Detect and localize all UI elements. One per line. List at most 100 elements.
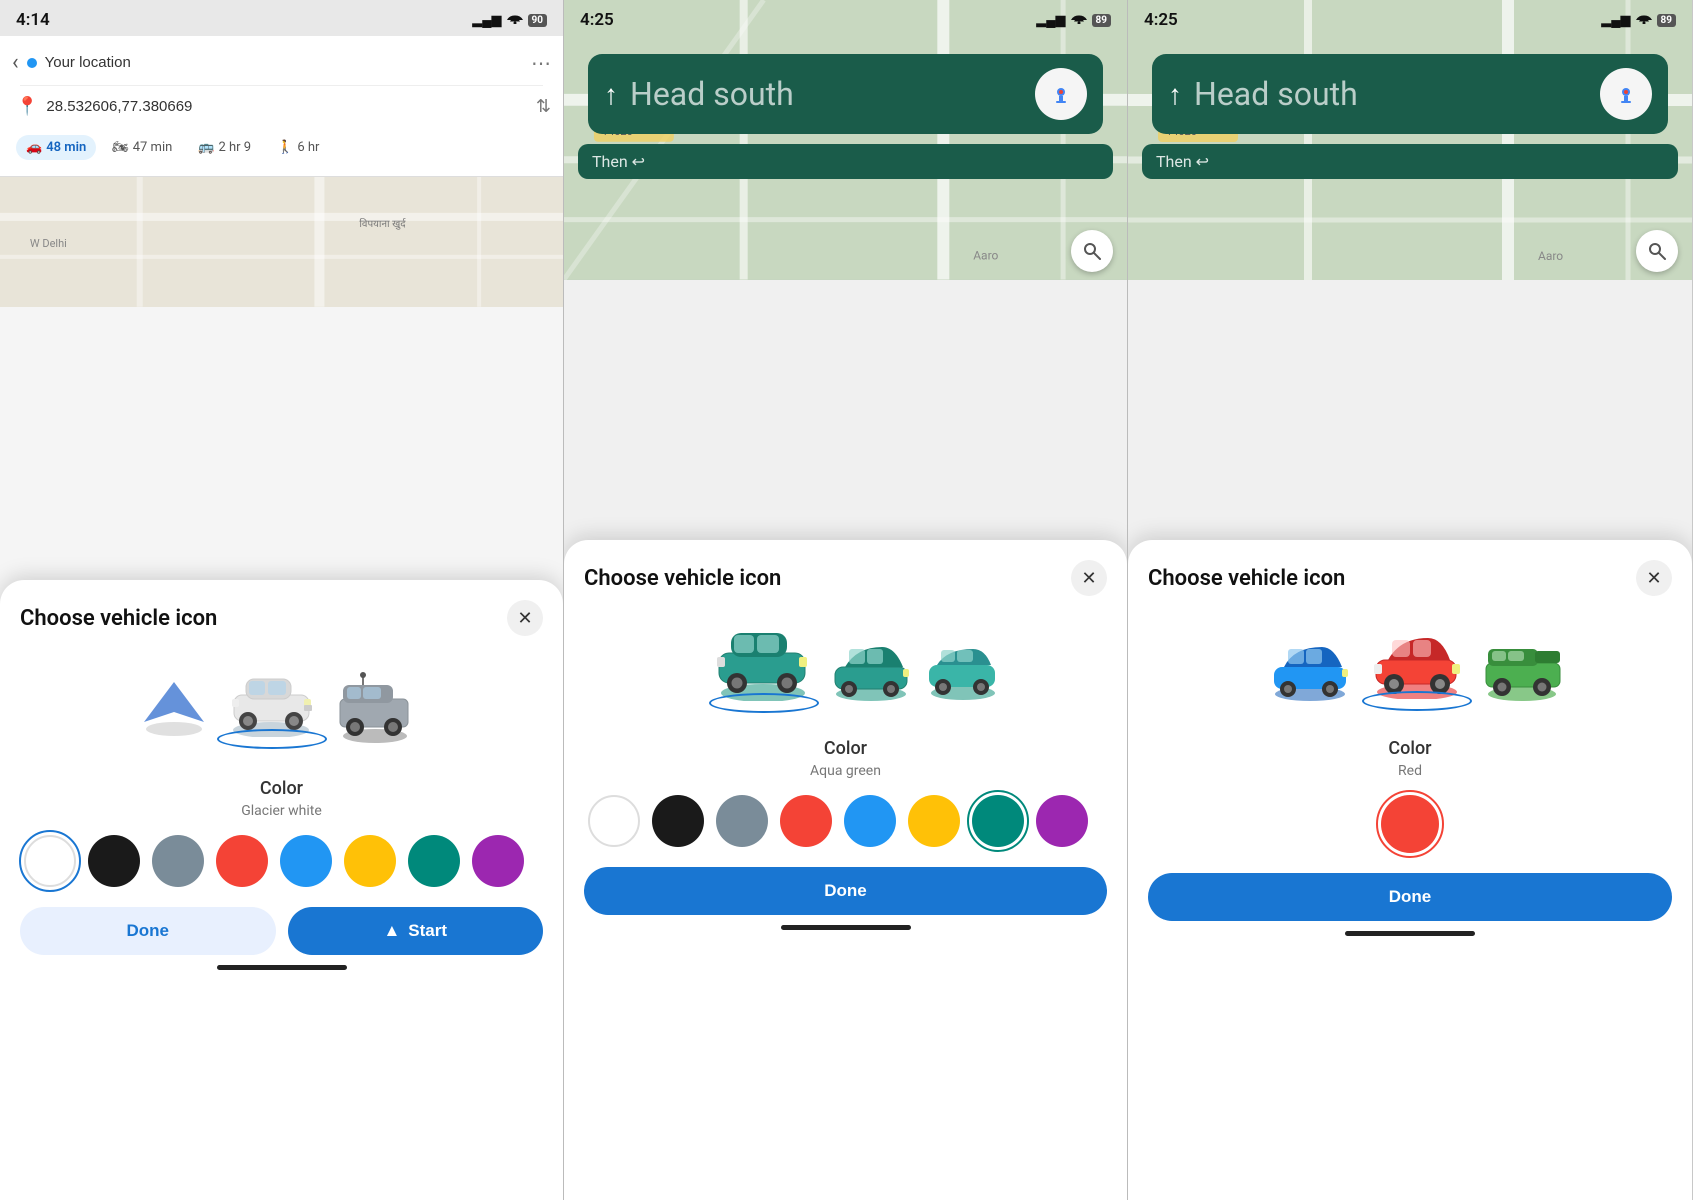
vehicle-blue-car[interactable] xyxy=(1266,633,1354,701)
vehicle-red-car[interactable] xyxy=(1362,624,1472,711)
status-bar-3: 4:25 ▂▄▆ 89 xyxy=(1128,0,1692,36)
status-icons-1: ▂▄▆ 90 xyxy=(472,12,547,28)
color-black-2[interactable] xyxy=(652,795,704,847)
modal-title-1: Choose vehicle icon xyxy=(20,606,217,631)
vehicle-teal-small[interactable] xyxy=(923,635,1003,700)
color-black-1[interactable] xyxy=(88,835,140,887)
nav-to-row: 📍 ⇅ xyxy=(12,90,551,123)
vehicle-teal-sports[interactable] xyxy=(827,633,915,701)
color-blue-1[interactable] xyxy=(280,835,332,887)
color-gray-1[interactable] xyxy=(152,835,204,887)
status-bar-2: 4:25 ▂▄▆ 89 xyxy=(564,0,1127,36)
signal-icon-1: ▂▄▆ xyxy=(472,12,501,28)
done-button-3[interactable]: Done xyxy=(1148,873,1672,921)
modal-header-2: Choose vehicle icon ✕ xyxy=(584,560,1107,596)
vehicle-carousel-1 xyxy=(20,652,543,762)
head-south-bar-2: ↑ Head south xyxy=(588,54,1103,134)
then-text-2: Then ↩ xyxy=(592,152,645,171)
search-button-2[interactable] xyxy=(1071,230,1113,272)
done-button-2[interactable]: Done xyxy=(584,867,1107,915)
status-icons-3: ▂▄▆ 89 xyxy=(1601,12,1676,28)
vehicle-gray-truck[interactable] xyxy=(335,671,415,743)
mic-button-2[interactable] xyxy=(1035,68,1087,120)
close-button-1[interactable]: ✕ xyxy=(507,600,543,636)
direction-text-2: Head south xyxy=(630,75,794,113)
more-button[interactable]: ⋯ xyxy=(531,51,551,75)
color-yellow-1[interactable] xyxy=(344,835,396,887)
swap-icon[interactable]: ⇅ xyxy=(536,96,551,117)
color-grid-1 xyxy=(20,835,543,887)
color-grid-2 xyxy=(584,795,1107,847)
color-yellow-2[interactable] xyxy=(908,795,960,847)
color-teal-1[interactable] xyxy=(408,835,460,887)
svg-text:Aaro: Aaro xyxy=(973,249,998,263)
home-indicator-3 xyxy=(1345,931,1475,936)
modal-header-3: Choose vehicle icon ✕ xyxy=(1148,560,1672,596)
close-button-3[interactable]: ✕ xyxy=(1636,560,1672,596)
transport-bus[interactable]: 🚌 2 hr 9 xyxy=(188,135,261,160)
status-time-3: 4:25 xyxy=(1144,10,1178,30)
transport-car[interactable]: 🚗 48 min xyxy=(16,135,96,160)
wifi-icon-1 xyxy=(507,12,523,28)
vehicle-white-suv[interactable] xyxy=(217,665,327,749)
start-arrow-icon: ▲ xyxy=(383,921,400,941)
start-button-1[interactable]: ▲ Start xyxy=(288,907,544,955)
color-red-2[interactable] xyxy=(780,795,832,847)
done-button-1[interactable]: Done xyxy=(20,907,276,955)
head-south-left-3: ↑ Head south xyxy=(1168,75,1358,113)
color-blue-2[interactable] xyxy=(844,795,896,847)
modal-header-1: Choose vehicle icon ✕ xyxy=(20,600,543,636)
direction-arrow-icon-3: ↑ xyxy=(1168,78,1182,111)
transport-walk[interactable]: 🚶 6 hr xyxy=(267,135,329,160)
search-button-3[interactable] xyxy=(1636,230,1678,272)
direction-text-3: Head south xyxy=(1194,75,1358,113)
phone-panel-3: 4:25 ▂▄▆ 89 14020 Aaro ↑ Head xyxy=(1128,0,1692,1200)
status-time-2: 4:25 xyxy=(580,10,614,30)
to-input[interactable] xyxy=(46,98,527,115)
vehicle-carousel-3 xyxy=(1148,612,1672,722)
svg-text:विपयाना खुर्द: विपयाना खुर्द xyxy=(359,218,406,230)
color-red-1[interactable] xyxy=(216,835,268,887)
nav-bar-1: ‹ ⋯ 📍 ⇅ 🚗 48 min 🏍 47 min 🚌 2 hr 9 xyxy=(0,36,563,177)
color-sublabel-2: Aqua green xyxy=(584,763,1107,779)
nav-from-row: ‹ ⋯ xyxy=(12,44,551,81)
modal-title-2: Choose vehicle icon xyxy=(584,566,781,591)
color-label-3: Color xyxy=(1148,738,1672,759)
wifi-icon-3 xyxy=(1636,12,1652,28)
close-button-2[interactable]: ✕ xyxy=(1071,560,1107,596)
battery-badge-3: 89 xyxy=(1657,14,1676,27)
status-time-1: 4:14 xyxy=(16,10,50,30)
vehicle-green-truck[interactable] xyxy=(1480,633,1565,701)
car-time: 48 min xyxy=(46,140,86,155)
color-purple-2[interactable] xyxy=(1036,795,1088,847)
selected-ring-1 xyxy=(217,729,327,749)
svg-text:W Delhi: W Delhi xyxy=(30,237,67,250)
walk-time: 6 hr xyxy=(297,140,319,155)
color-gray-2[interactable] xyxy=(716,795,768,847)
color-white-2[interactable] xyxy=(588,795,640,847)
transport-bar: 🚗 48 min 🏍 47 min 🚌 2 hr 9 🚶 6 hr xyxy=(12,127,551,168)
home-indicator-1 xyxy=(217,965,347,970)
status-bar-1: 4:14 ▂▄▆ 90 xyxy=(0,0,563,36)
then-text-3: Then ↩ xyxy=(1156,152,1209,171)
selected-ring-2 xyxy=(709,693,819,713)
color-grid-3 xyxy=(1148,795,1672,853)
vehicle-teal-suv-main[interactable] xyxy=(709,621,819,713)
selected-ring-3 xyxy=(1362,691,1472,711)
vehicle-arrow[interactable] xyxy=(139,677,209,737)
phone-panel-2: 4:25 ▂▄▆ 89 14020 Aaro xyxy=(564,0,1128,1200)
color-purple-1[interactable] xyxy=(472,835,524,887)
mic-button-3[interactable] xyxy=(1600,68,1652,120)
direction-arrow-icon-2: ↑ xyxy=(604,78,618,111)
color-red-3[interactable] xyxy=(1381,795,1439,853)
transport-bike[interactable]: 🏍 47 min xyxy=(102,135,182,160)
color-white-1[interactable] xyxy=(24,835,76,887)
back-button-1[interactable]: ‹ xyxy=(12,50,19,75)
color-teal-2[interactable] xyxy=(972,795,1024,847)
status-icons-2: ▂▄▆ 89 xyxy=(1036,12,1111,28)
wifi-icon-2 xyxy=(1071,12,1087,28)
signal-icon-3: ▂▄▆ xyxy=(1601,12,1630,28)
vehicle-icon-modal-2: Choose vehicle icon ✕ xyxy=(564,540,1127,1200)
color-label-1: Color xyxy=(20,778,543,799)
from-input[interactable] xyxy=(45,54,523,71)
